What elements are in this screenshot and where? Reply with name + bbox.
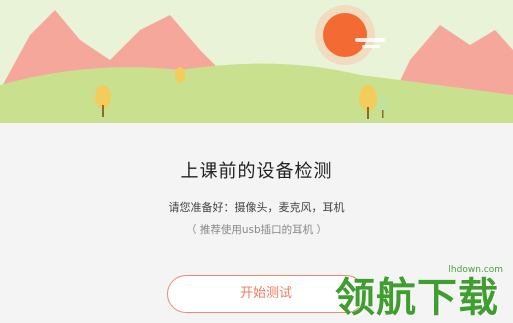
tree-icon [175,67,185,83]
header-illustration [0,0,513,123]
device-instructions: 请您准备好：摄像头，麦克风，耳机 [168,201,345,214]
headphone-hint: （ 推荐使用usb插口的耳机 ） [186,224,327,236]
watermark-brand: 领航下载 [335,275,499,321]
landscape-illustration [0,0,513,123]
page-title: 上课前的设备检测 [180,161,333,182]
